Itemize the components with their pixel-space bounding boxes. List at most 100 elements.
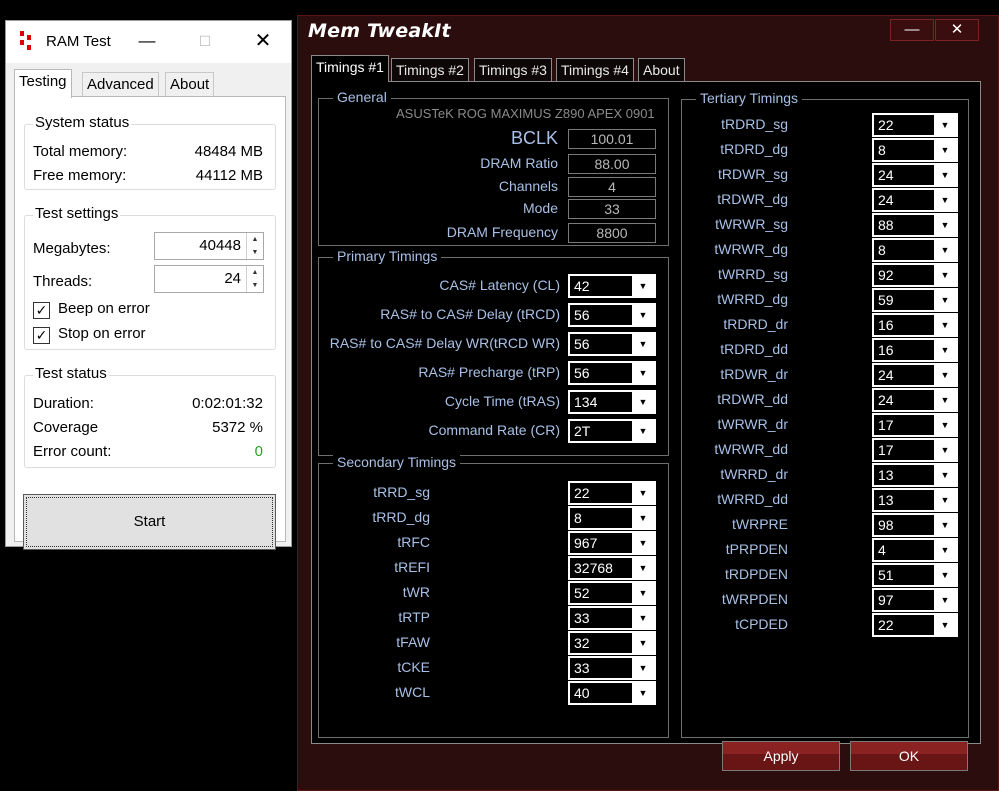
- spin-down-icon[interactable]: ▼: [247, 246, 263, 259]
- tertiary-select-2[interactable]: 24 ▼: [872, 163, 958, 187]
- chevron-down-icon[interactable]: ▼: [934, 465, 956, 485]
- chevron-down-icon[interactable]: ▼: [934, 515, 956, 535]
- chevron-down-icon[interactable]: ▼: [934, 315, 956, 335]
- chevron-down-icon[interactable]: ▼: [934, 115, 956, 135]
- tab-timings-4[interactable]: Timings #4: [556, 58, 634, 82]
- tertiary-select-0[interactable]: 22 ▼: [872, 113, 958, 137]
- beep-on-error-label[interactable]: Beep on error: [58, 300, 150, 317]
- secondary-select-0[interactable]: 22 ▼: [568, 481, 656, 505]
- tertiary-select-1[interactable]: 8 ▼: [872, 138, 958, 162]
- close-icon[interactable]: ✕: [935, 19, 979, 41]
- chevron-down-icon[interactable]: ▼: [934, 590, 956, 610]
- tertiary-select-19[interactable]: 97 ▼: [872, 588, 958, 612]
- chevron-down-icon[interactable]: ▼: [934, 415, 956, 435]
- chevron-down-icon[interactable]: ▼: [632, 683, 654, 703]
- chevron-down-icon[interactable]: ▼: [632, 334, 654, 354]
- tertiary-select-11[interactable]: 24 ▼: [872, 388, 958, 412]
- secondary-select-1[interactable]: 8 ▼: [568, 506, 656, 530]
- tab-timings-2[interactable]: Timings #2: [391, 58, 469, 82]
- chevron-down-icon[interactable]: ▼: [934, 540, 956, 560]
- tertiary-select-12[interactable]: 17 ▼: [872, 413, 958, 437]
- chevron-down-icon[interactable]: ▼: [632, 483, 654, 503]
- chevron-down-icon[interactable]: ▼: [632, 363, 654, 383]
- chevron-down-icon[interactable]: ▼: [632, 508, 654, 528]
- chevron-down-icon[interactable]: ▼: [934, 165, 956, 185]
- tertiary-select-20[interactable]: 22 ▼: [872, 613, 958, 637]
- ok-button[interactable]: OK: [850, 741, 968, 771]
- chevron-down-icon[interactable]: ▼: [632, 608, 654, 628]
- chevron-down-icon[interactable]: ▼: [934, 190, 956, 210]
- primary-select-0[interactable]: 42 ▼: [568, 274, 656, 298]
- chevron-down-icon[interactable]: ▼: [934, 215, 956, 235]
- tertiary-select-7[interactable]: 59 ▼: [872, 288, 958, 312]
- secondary-select-3[interactable]: 32768 ▼: [568, 556, 656, 580]
- chevron-down-icon[interactable]: ▼: [934, 565, 956, 585]
- secondary-select-2[interactable]: 967 ▼: [568, 531, 656, 555]
- threads-spinner[interactable]: ▲ ▼: [246, 266, 263, 292]
- tertiary-select-16[interactable]: 98 ▼: [872, 513, 958, 537]
- primary-select-1[interactable]: 56 ▼: [568, 303, 656, 327]
- chevron-down-icon[interactable]: ▼: [934, 240, 956, 260]
- stop-on-error-checkbox[interactable]: ✓: [33, 327, 50, 344]
- chevron-down-icon[interactable]: ▼: [632, 558, 654, 578]
- secondary-select-8[interactable]: 40 ▼: [568, 681, 656, 705]
- tertiary-select-9[interactable]: 16 ▼: [872, 338, 958, 362]
- tertiary-select-17[interactable]: 4 ▼: [872, 538, 958, 562]
- tertiary-select-18[interactable]: 51 ▼: [872, 563, 958, 587]
- chevron-down-icon[interactable]: ▼: [632, 533, 654, 553]
- secondary-select-4[interactable]: 52 ▼: [568, 581, 656, 605]
- threads-input[interactable]: 24 ▲ ▼: [154, 265, 264, 293]
- close-icon[interactable]: ✕: [250, 29, 276, 55]
- chevron-down-icon[interactable]: ▼: [934, 440, 956, 460]
- chevron-down-icon[interactable]: ▼: [632, 392, 654, 412]
- chevron-down-icon[interactable]: ▼: [934, 265, 956, 285]
- tertiary-select-13[interactable]: 17 ▼: [872, 438, 958, 462]
- chevron-down-icon[interactable]: ▼: [934, 290, 956, 310]
- chevron-down-icon[interactable]: ▼: [632, 305, 654, 325]
- spin-down-icon[interactable]: ▼: [247, 279, 263, 292]
- tertiary-select-15[interactable]: 13 ▼: [872, 488, 958, 512]
- spin-up-icon[interactable]: ▲: [247, 266, 263, 279]
- chevron-down-icon[interactable]: ▼: [934, 340, 956, 360]
- tab-timings-1[interactable]: Timings #1: [311, 55, 389, 82]
- tertiary-select-8[interactable]: 16 ▼: [872, 313, 958, 337]
- primary-select-2[interactable]: 56 ▼: [568, 332, 656, 356]
- chevron-down-icon[interactable]: ▼: [934, 140, 956, 160]
- chevron-down-icon[interactable]: ▼: [934, 390, 956, 410]
- minimize-icon[interactable]: —: [134, 29, 160, 55]
- primary-select-3[interactable]: 56 ▼: [568, 361, 656, 385]
- chevron-down-icon[interactable]: ▼: [934, 615, 956, 635]
- chevron-down-icon[interactable]: ▼: [934, 365, 956, 385]
- chevron-down-icon[interactable]: ▼: [632, 658, 654, 678]
- ram-test-titlebar[interactable]: RAM Test — ☐ ✕: [6, 21, 291, 63]
- megabytes-input[interactable]: 40448 ▲ ▼: [154, 232, 264, 260]
- megabytes-spinner[interactable]: ▲ ▼: [246, 233, 263, 259]
- tab-timings-3[interactable]: Timings #3: [474, 58, 552, 82]
- tab-advanced[interactable]: Advanced: [82, 72, 159, 97]
- apply-button[interactable]: Apply: [722, 741, 840, 771]
- tertiary-select-10[interactable]: 24 ▼: [872, 363, 958, 387]
- primary-select-5[interactable]: 2T ▼: [568, 419, 656, 443]
- tab-about[interactable]: About: [638, 58, 685, 82]
- chevron-down-icon[interactable]: ▼: [934, 490, 956, 510]
- tab-about[interactable]: About: [165, 72, 215, 97]
- tab-testing[interactable]: Testing: [14, 69, 72, 98]
- chevron-down-icon[interactable]: ▼: [632, 583, 654, 603]
- secondary-select-7[interactable]: 33 ▼: [568, 656, 656, 680]
- chevron-down-icon[interactable]: ▼: [632, 633, 654, 653]
- chevron-down-icon[interactable]: ▼: [632, 276, 654, 296]
- start-button[interactable]: Start: [23, 494, 276, 550]
- tertiary-select-4[interactable]: 88 ▼: [872, 213, 958, 237]
- primary-select-4[interactable]: 134 ▼: [568, 390, 656, 414]
- secondary-select-6[interactable]: 32 ▼: [568, 631, 656, 655]
- maximize-icon[interactable]: ☐: [192, 29, 218, 55]
- tertiary-select-3[interactable]: 24 ▼: [872, 188, 958, 212]
- secondary-select-5[interactable]: 33 ▼: [568, 606, 656, 630]
- spin-up-icon[interactable]: ▲: [247, 233, 263, 246]
- chevron-down-icon[interactable]: ▼: [632, 421, 654, 441]
- tertiary-select-14[interactable]: 13 ▼: [872, 463, 958, 487]
- minimize-icon[interactable]: —: [890, 19, 934, 41]
- tertiary-select-6[interactable]: 92 ▼: [872, 263, 958, 287]
- beep-on-error-checkbox[interactable]: ✓: [33, 302, 50, 319]
- stop-on-error-label[interactable]: Stop on error: [58, 325, 146, 342]
